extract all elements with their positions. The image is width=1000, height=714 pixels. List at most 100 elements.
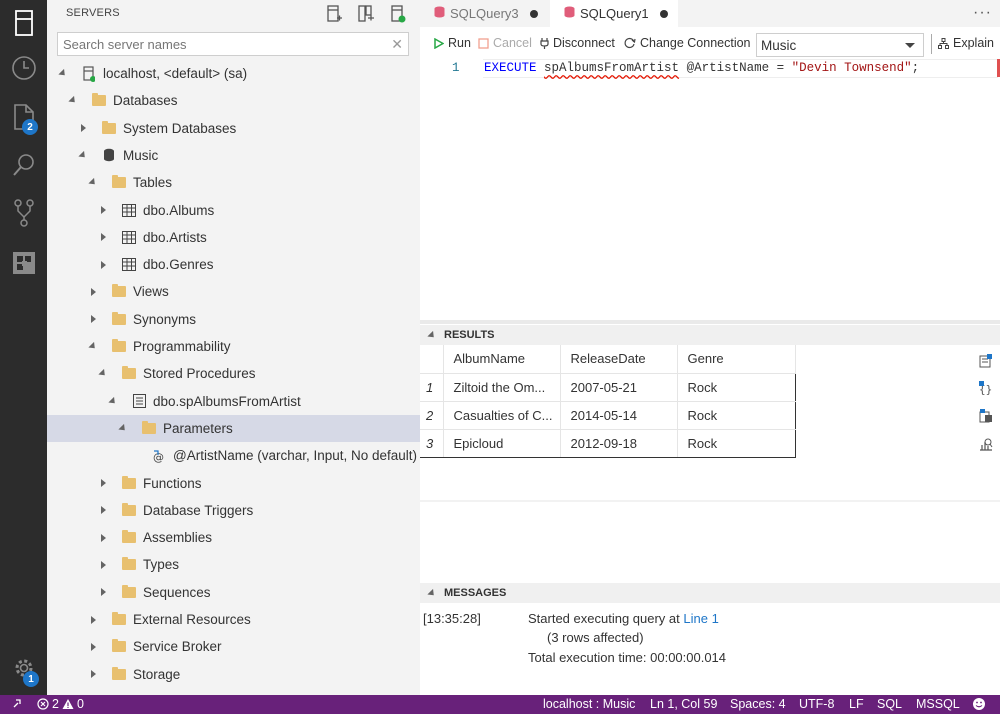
save-as-excel-button[interactable]	[978, 408, 994, 424]
collapsed-twisty-icon[interactable]	[97, 231, 109, 243]
tree-item[interactable]: Parameters	[47, 414, 420, 442]
code-editor[interactable]: 1 EXECUTE spAlbumsFromArtist @ArtistName…	[420, 59, 1000, 79]
results-header[interactable]: RESULTS	[420, 325, 1000, 345]
panel-sash[interactable]	[420, 320, 1000, 324]
tree-item[interactable]: localhost, <default> (sa)	[47, 60, 420, 87]
active-connections-button[interactable]	[388, 4, 408, 24]
connection-status[interactable]: localhost : Music	[543, 697, 635, 711]
expanded-twisty-icon[interactable]	[97, 368, 109, 380]
tree-item[interactable]: Databases	[47, 87, 420, 114]
language-flavor[interactable]: MSSQL	[916, 697, 960, 711]
tree-item[interactable]: Assemblies	[47, 524, 420, 551]
collapsed-twisty-icon[interactable]	[97, 504, 109, 516]
grid-cell[interactable]: Casualties of C...	[443, 401, 561, 430]
grid-cell[interactable]: Rock	[677, 401, 796, 430]
cursor-position[interactable]: Ln 1, Col 59	[650, 697, 717, 711]
grid-cell[interactable]: Epicloud	[443, 429, 561, 458]
collapsed-twisty-icon[interactable]	[97, 259, 109, 271]
collapsed-twisty-icon[interactable]	[97, 532, 109, 544]
problems-status[interactable]: 2 0	[37, 697, 84, 711]
new-server-group-button[interactable]	[356, 4, 376, 24]
disconnect-button[interactable]: Disconnect	[540, 36, 615, 50]
collapsed-twisty-icon[interactable]	[97, 559, 109, 571]
more-actions-icon[interactable]: ···	[973, 4, 992, 22]
tree-item[interactable]: Music	[47, 142, 420, 169]
expanded-twisty-icon[interactable]	[77, 149, 89, 161]
change-connection-button[interactable]: Change Connection	[624, 36, 751, 50]
grid-cell[interactable]: 2012-09-18	[560, 429, 678, 458]
tree-item[interactable]: dbo.Artists	[47, 224, 420, 251]
messages-header[interactable]: MESSAGES	[420, 583, 1000, 603]
source-control-button[interactable]	[0, 190, 47, 238]
tree-item[interactable]: dbo.Genres	[47, 251, 420, 278]
tree-item[interactable]: Synonyms	[47, 306, 420, 333]
collapsed-twisty-icon[interactable]	[87, 313, 99, 325]
search-view-button[interactable]	[0, 142, 47, 190]
code-line[interactable]: EXECUTE spAlbumsFromArtist @ArtistName =…	[484, 61, 919, 75]
tree-item[interactable]: Storage	[47, 661, 420, 688]
task-history-button[interactable]	[0, 45, 47, 93]
collapsed-twisty-icon[interactable]	[97, 586, 109, 598]
explorer-button[interactable]: 2	[0, 94, 47, 142]
table-row[interactable]: 3 Epicloud 2012-09-18 Rock	[420, 429, 796, 458]
table-row[interactable]: 1 Ziltoid the Om... 2007-05-21 Rock	[420, 373, 796, 402]
database-select[interactable]: Music	[756, 33, 924, 57]
grid-cell[interactable]: 2007-05-21	[560, 373, 678, 402]
eol-status[interactable]: LF	[849, 697, 864, 711]
collapsed-twisty-icon[interactable]	[87, 668, 99, 680]
grid-cell[interactable]: Rock	[677, 429, 796, 458]
remote-status[interactable]	[12, 697, 24, 709]
tree-item[interactable]: System Databases	[47, 115, 420, 142]
indentation-status[interactable]: Spaces: 4	[730, 697, 786, 711]
expanded-twisty-icon[interactable]	[107, 395, 119, 407]
column-header[interactable]: ReleaseDate	[560, 345, 678, 374]
grid-cell[interactable]: Ziltoid the Om...	[443, 373, 561, 402]
column-header[interactable]: Genre	[677, 345, 796, 374]
table-row[interactable]: 2 Casualties of C... 2014-05-14 Rock	[420, 401, 796, 430]
collapsed-twisty-icon[interactable]	[87, 286, 99, 298]
tree-item[interactable]: Programmability	[47, 333, 420, 360]
tree-item[interactable]: Sequences	[47, 579, 420, 606]
tree-item[interactable]: dbo.spAlbumsFromArtist	[47, 388, 420, 415]
tree-item[interactable]: Tables	[47, 169, 420, 196]
line-link[interactable]: Line 1	[683, 611, 718, 626]
tree-item[interactable]: Functions	[47, 470, 420, 497]
column-header[interactable]: AlbumName	[443, 345, 561, 374]
tree-item[interactable]: Views	[47, 278, 420, 305]
expanded-twisty-icon[interactable]	[67, 95, 79, 107]
tab-sqlquery1[interactable]: SQLQuery1	[550, 0, 678, 27]
collapsed-twisty-icon[interactable]	[97, 477, 109, 489]
manage-button[interactable]: 1	[0, 645, 47, 693]
clear-search-icon[interactable]: ✕	[391, 36, 403, 52]
tree-item[interactable]: @ @ArtistName (varchar, Input, No default…	[47, 442, 420, 469]
tree-item[interactable]: Stored Procedures	[47, 360, 420, 387]
language-mode[interactable]: SQL	[877, 697, 902, 711]
run-button[interactable]: Run	[434, 36, 471, 50]
extensions-button[interactable]	[0, 240, 47, 288]
expanded-twisty-icon[interactable]	[87, 341, 99, 353]
expanded-twisty-icon[interactable]	[57, 68, 69, 80]
tree-item[interactable]: External Resources	[47, 606, 420, 633]
tree-item[interactable]: Types	[47, 551, 420, 578]
feedback-button[interactable]	[972, 697, 986, 711]
collapsed-twisty-icon[interactable]	[77, 122, 89, 134]
save-as-json-button[interactable]: {}	[978, 380, 994, 396]
save-as-csv-button[interactable]	[978, 353, 994, 369]
collapsed-twisty-icon[interactable]	[87, 614, 99, 626]
collapsed-twisty-icon[interactable]	[87, 641, 99, 653]
expanded-twisty-icon[interactable]	[117, 422, 129, 434]
chart-viewer-button[interactable]	[978, 436, 994, 452]
expanded-twisty-icon[interactable]	[87, 177, 99, 189]
tree-item[interactable]: Database Triggers	[47, 497, 420, 524]
tree-item[interactable]: Service Broker	[47, 633, 420, 660]
server-search-input[interactable]	[58, 33, 378, 55]
explain-button[interactable]: Explain	[938, 36, 994, 50]
servers-view-button[interactable]	[0, 0, 47, 48]
collapsed-twisty-icon[interactable]	[97, 204, 109, 216]
grid-cell[interactable]: 2014-05-14	[560, 401, 678, 430]
grid-cell[interactable]: Rock	[677, 373, 796, 402]
tab-sqlquery3[interactable]: SQLQuery3	[420, 0, 550, 27]
tree-item[interactable]: dbo.Albums	[47, 197, 420, 224]
cancel-button[interactable]: Cancel	[478, 36, 532, 50]
new-connection-button[interactable]	[324, 4, 344, 24]
